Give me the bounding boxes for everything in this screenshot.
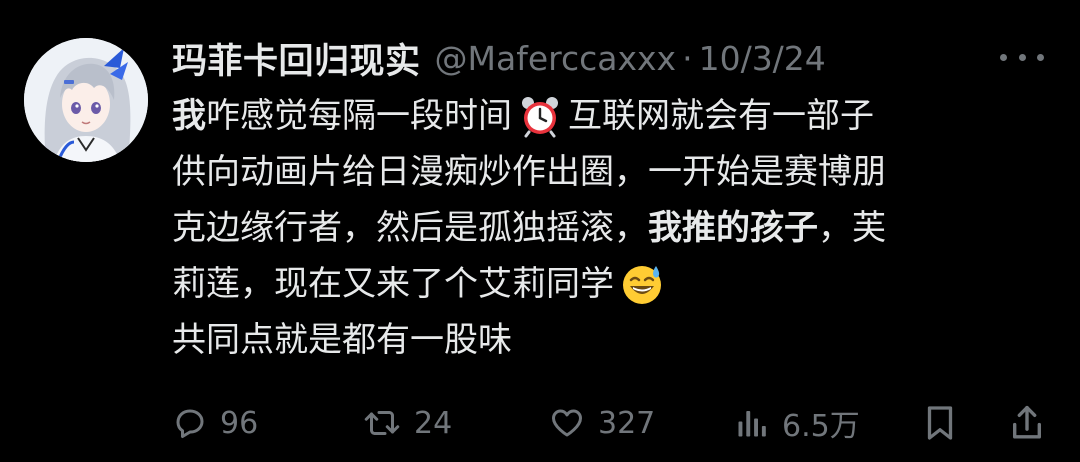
author-display-name[interactable]: 玛菲卡回归现实: [172, 33, 421, 84]
tweet-text-segment: 克边缘行者，然后是孤独摇滚，: [172, 208, 648, 248]
tweet-text-bold: 我推的孩子: [648, 208, 818, 248]
author-handle[interactable]: @Maferccaxxx: [435, 39, 677, 78]
bookmark-icon: [922, 403, 958, 443]
tweet-text-segment: 供向动画片给日漫痴炒作出圈，一开始是赛博朋: [172, 152, 886, 192]
tweet-line: 莉莲，现在又来了个艾莉同学: [172, 256, 1052, 312]
tweet-text-bold: 我: [172, 96, 206, 136]
reply-icon: [172, 405, 208, 441]
more-dot: [1037, 53, 1044, 61]
bookmark-button[interactable]: [922, 398, 958, 448]
tweet-text-segment: 共同点就是都有一股味: [172, 320, 512, 360]
tweet-text-segment: 互联网就会有一部子: [568, 96, 874, 136]
tweet-text-segment: 咋感觉每隔一段时间: [206, 96, 512, 136]
tweet-line: 供向动画片给日漫痴炒作出圈，一开始是赛博朋: [172, 144, 1052, 200]
tweet-line: 我咋感觉每隔一段时间 互联网就会有一部子: [172, 88, 1052, 144]
tweet-header: 玛菲卡回归现实 @Maferccaxxx · 10/3/24: [172, 30, 826, 86]
tweet-line: 共同点就是都有一股味: [172, 312, 1052, 368]
views-icon: [734, 405, 770, 441]
tweet-text: 我咋感觉每隔一段时间 互联网就会有一部子供向动画片给日漫痴炒作出圈，一开始是赛博朋…: [172, 88, 1052, 368]
views-count: 6.5万: [782, 409, 860, 444]
repost-icon: [362, 405, 402, 441]
header-separator: ·: [682, 38, 693, 78]
reply-count: 96: [220, 405, 259, 441]
repost-button[interactable]: 24: [362, 398, 452, 448]
share-button[interactable]: [1008, 398, 1046, 448]
like-button[interactable]: 327: [548, 398, 655, 448]
like-count: 327: [598, 405, 656, 441]
more-dot: [1000, 53, 1007, 61]
repost-count: 24: [414, 405, 453, 441]
views-button[interactable]: 6.5万: [734, 398, 860, 448]
tweet-line: 克边缘行者，然后是孤独摇滚， 我推的孩子 ，芙: [172, 200, 1052, 256]
heart-icon: [548, 405, 586, 441]
tweet-text-segment: 莉莲，现在又来了个艾莉同学: [172, 264, 614, 304]
more-dot: [1018, 53, 1026, 61]
tweet: 玛菲卡回归现实 @Maferccaxxx · 10/3/24 我咋感觉每隔一段时…: [0, 0, 1080, 462]
tweet-text-segment: ，芙: [818, 208, 886, 248]
reply-button[interactable]: 96: [172, 398, 258, 448]
sweat-smile-emoji: [620, 262, 664, 306]
tweet-actions: 96 24 327 6.5万: [172, 398, 1052, 448]
alarm-clock-emoji: [518, 94, 562, 138]
avatar[interactable]: [24, 38, 148, 162]
more-icon[interactable]: [1000, 42, 1044, 72]
share-icon: [1008, 403, 1046, 443]
tweet-date[interactable]: 10/3/24: [699, 39, 826, 78]
